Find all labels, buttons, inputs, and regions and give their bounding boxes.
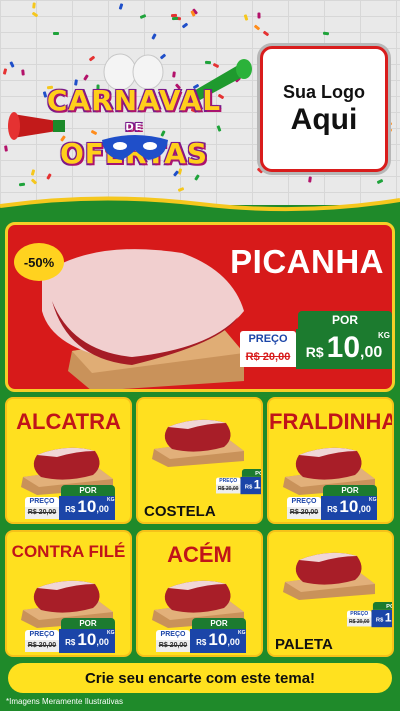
hero-old-price: R$ 20,00 [240,347,296,367]
por-label: POR [372,602,392,610]
discount-badge: -50% [14,243,64,281]
new-price: R$10,00 [371,609,392,628]
old-price: R$ 20,00 [216,484,241,494]
confetti-piece [322,31,330,36]
product-card-paleta[interactable]: PALETA PORPREÇOR$ 20,00R$10,00KG [267,530,394,657]
product-name: FRALDINHA [269,409,394,434]
unit-label: KG [369,497,377,503]
hero-price-tag: POR PREÇO R$ 20,00 R$ 10 ,00 KG [240,311,392,371]
logo-line1: Sua Logo [283,81,365,102]
hero-product-name: PICANHA [230,243,384,280]
price-tag: PORPREÇOR$ 20,00R$10,00KG [156,618,246,654]
price-tag: PORPREÇOR$ 20,00R$10,00KG [25,618,115,654]
meat-image [283,552,375,600]
confetti-piece [308,176,312,183]
confetti-piece [257,12,261,19]
por-label: POR [323,485,377,496]
old-price: R$ 20,00 [156,640,190,652]
price-tag: PORPREÇOR$ 20,00R$10,00KG [347,602,392,628]
product-card-fraldinha[interactable]: FRALDINHA POR PREÇO R$ 20,00 R$ 10,00 KG [267,397,394,524]
disclaimer-text: *Imagens Meramente Ilustrativas [6,697,123,706]
product-name: ACÉM [167,542,232,567]
hero-por-label: POR [298,311,392,329]
preco-label: PREÇO [156,630,190,640]
confetti-piece [53,32,59,35]
product-name: ALCATRA [16,409,121,434]
header-banner: CARNAVAL DE OFERTAS Sua Logo Aqui [0,0,400,205]
preco-label: PREÇO [347,610,372,618]
preco-label: PREÇO [25,630,59,640]
product-name: PALETA [275,636,333,653]
carnival-mask-icon [102,135,168,160]
confetti-piece [32,2,36,9]
preco-label: PREÇO [216,477,241,485]
preco-label: PREÇO [287,497,321,507]
unit-label: KG [107,630,115,636]
old-price: R$ 20,00 [347,617,372,627]
confetti-piece [181,22,189,29]
product-card-contra-file[interactable]: CONTRA FILÉ POR PREÇO R$ 20,00 R$ 10,00 KG [5,530,132,657]
unit-label: KG [107,497,115,503]
confetti-piece [262,30,270,37]
old-price: R$ 20,00 [25,507,59,519]
confetti-piece [2,68,8,75]
preco-label: PREÇO [25,497,59,507]
product-card-costela[interactable]: COSTELAPORPREÇOR$ 20,00R$10,00KG [136,397,263,524]
hero-product-card[interactable]: -50% PICANHA POR PREÇO R$ 20,00 R$ 10 ,0… [5,222,395,392]
cta-text: Crie seu encarte com este tema! [84,669,316,687]
confetti-piece [243,14,249,21]
por-label: POR [61,485,115,496]
price-tag: PORPREÇOR$ 20,00R$10,00KG [25,485,115,521]
product-card-acem[interactable]: ACÉM POR PREÇO R$ 20,00 R$ 10,00 KG [136,530,263,657]
confetti-piece [151,33,157,40]
product-card-alcatra[interactable]: ALCATRA POR PREÇO R$ 20,00 R$ 10,00 KG [5,397,132,524]
hero-unit: KG [378,331,390,340]
cta-banner[interactable]: Crie seu encarte com este tema! [8,663,392,693]
por-label: POR [192,618,246,629]
logo-placeholder[interactable]: Sua Logo Aqui [260,46,388,172]
hero-preco-label: PREÇO [240,331,296,347]
price-tag: PORPREÇOR$ 20,00R$10,00KG [287,485,377,521]
confetti-piece [118,3,124,10]
new-price: R$10,00 [240,476,261,495]
confetti-piece [171,16,179,21]
confetti-piece [139,13,147,20]
unit-label: KG [238,630,246,636]
confetti-piece [18,182,26,187]
meat-image [152,419,244,467]
product-name: CONTRA FILÉ [11,542,126,561]
confetti-piece [376,178,384,185]
por-label: POR [61,618,115,629]
product-name: COSTELA [144,503,216,520]
confetti-piece [253,24,261,31]
confetti-piece [170,13,178,18]
confetti-piece [31,11,39,18]
price-tag: PORPREÇOR$ 20,00R$10,00KG [216,469,261,495]
carnival-logo: CARNAVAL DE OFERTAS [8,50,252,180]
confetti-piece [256,167,264,174]
logo-line2: Aqui [290,102,358,136]
old-price: R$ 20,00 [287,507,321,519]
por-label: POR [241,469,261,477]
old-price: R$ 20,00 [25,640,59,652]
